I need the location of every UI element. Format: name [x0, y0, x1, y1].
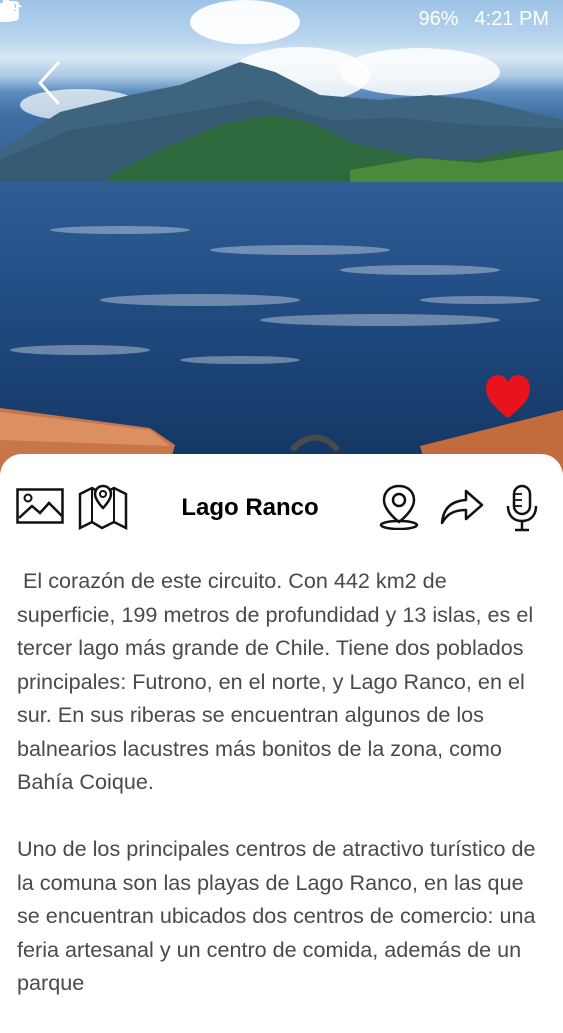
hero-image: 96% 4:21 PM — [0, 0, 563, 480]
microphone-icon — [506, 484, 538, 532]
location-pin-icon — [379, 484, 419, 531]
status-bar: 96% 4:21 PM — [0, 0, 563, 38]
description-paragraph: El corazón de este circuito. Con 442 km2… — [17, 568, 540, 794]
battery-percent: 96% — [418, 7, 459, 30]
share-icon — [440, 489, 484, 525]
back-arrow-icon — [37, 61, 60, 105]
location-button[interactable] — [376, 484, 422, 535]
place-description: El corazón de este circuito. Con 442 km2… — [17, 564, 547, 1033]
gallery-button[interactable] — [16, 488, 64, 529]
lake-landscape-illustration — [0, 0, 563, 480]
map-button[interactable] — [78, 482, 128, 535]
description-paragraph: Uno de los principales centros de atract… — [17, 836, 536, 995]
favorite-button[interactable] — [484, 374, 532, 420]
share-button[interactable] — [440, 488, 484, 531]
clock: 4:21 PM — [474, 7, 549, 30]
back-button[interactable] — [32, 60, 72, 106]
audio-button[interactable] — [504, 484, 540, 537]
detail-sheet: Lago Ranco El corazón de este circuito. … — [0, 454, 563, 1000]
heart-icon — [486, 375, 530, 418]
gallery-icon — [16, 488, 64, 524]
map-icon — [78, 484, 128, 531]
place-title: Lago Ranco — [181, 494, 319, 521]
toolbar: Lago Ranco — [0, 478, 563, 538]
